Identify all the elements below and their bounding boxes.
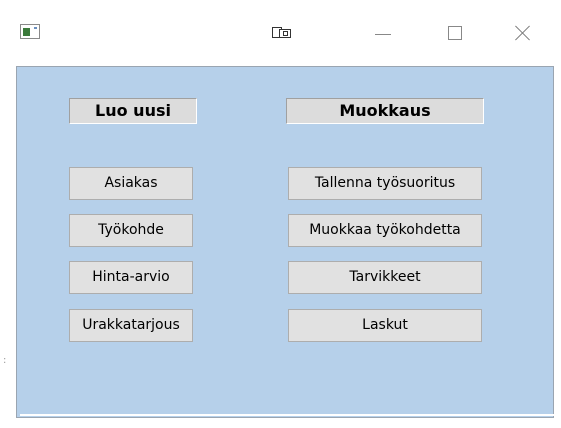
minimize-button[interactable] <box>360 14 406 48</box>
create-new-header: Luo uusi <box>69 98 197 124</box>
supplies-button[interactable]: Tarvikkeet <box>288 261 482 294</box>
maximize-icon <box>448 26 462 40</box>
pip-window-icon[interactable] <box>272 27 292 39</box>
invoices-button[interactable]: Laskut <box>288 309 482 342</box>
app-icon-dot <box>34 27 37 29</box>
price-estimate-button[interactable]: Hinta-arvio <box>69 261 193 294</box>
pip-icon-front <box>279 29 291 38</box>
edit-header: Muokkaus <box>286 98 484 124</box>
resize-grip-mark[interactable]: : <box>3 355 6 366</box>
save-work-performance-button[interactable]: Tallenna työsuoritus <box>288 167 482 200</box>
edit-work-site-button[interactable]: Muokkaa työkohdetta <box>288 214 482 247</box>
client-area: Luo uusi Muokkaus Asiakas Työkohde Hinta… <box>16 66 554 418</box>
maximize-button[interactable] <box>432 14 478 48</box>
app-window: Luo uusi Muokkaus Asiakas Työkohde Hinta… <box>0 0 561 428</box>
customer-button[interactable]: Asiakas <box>69 167 193 200</box>
client-bottom-edge <box>20 414 554 416</box>
work-site-button[interactable]: Työkohde <box>69 214 193 247</box>
contract-offer-button[interactable]: Urakkatarjous <box>69 309 193 342</box>
minimize-icon <box>375 34 391 35</box>
title-bar[interactable] <box>0 0 561 60</box>
app-icon-pane <box>23 28 30 36</box>
app-window-icon[interactable] <box>20 24 40 39</box>
close-button[interactable] <box>500 14 546 48</box>
